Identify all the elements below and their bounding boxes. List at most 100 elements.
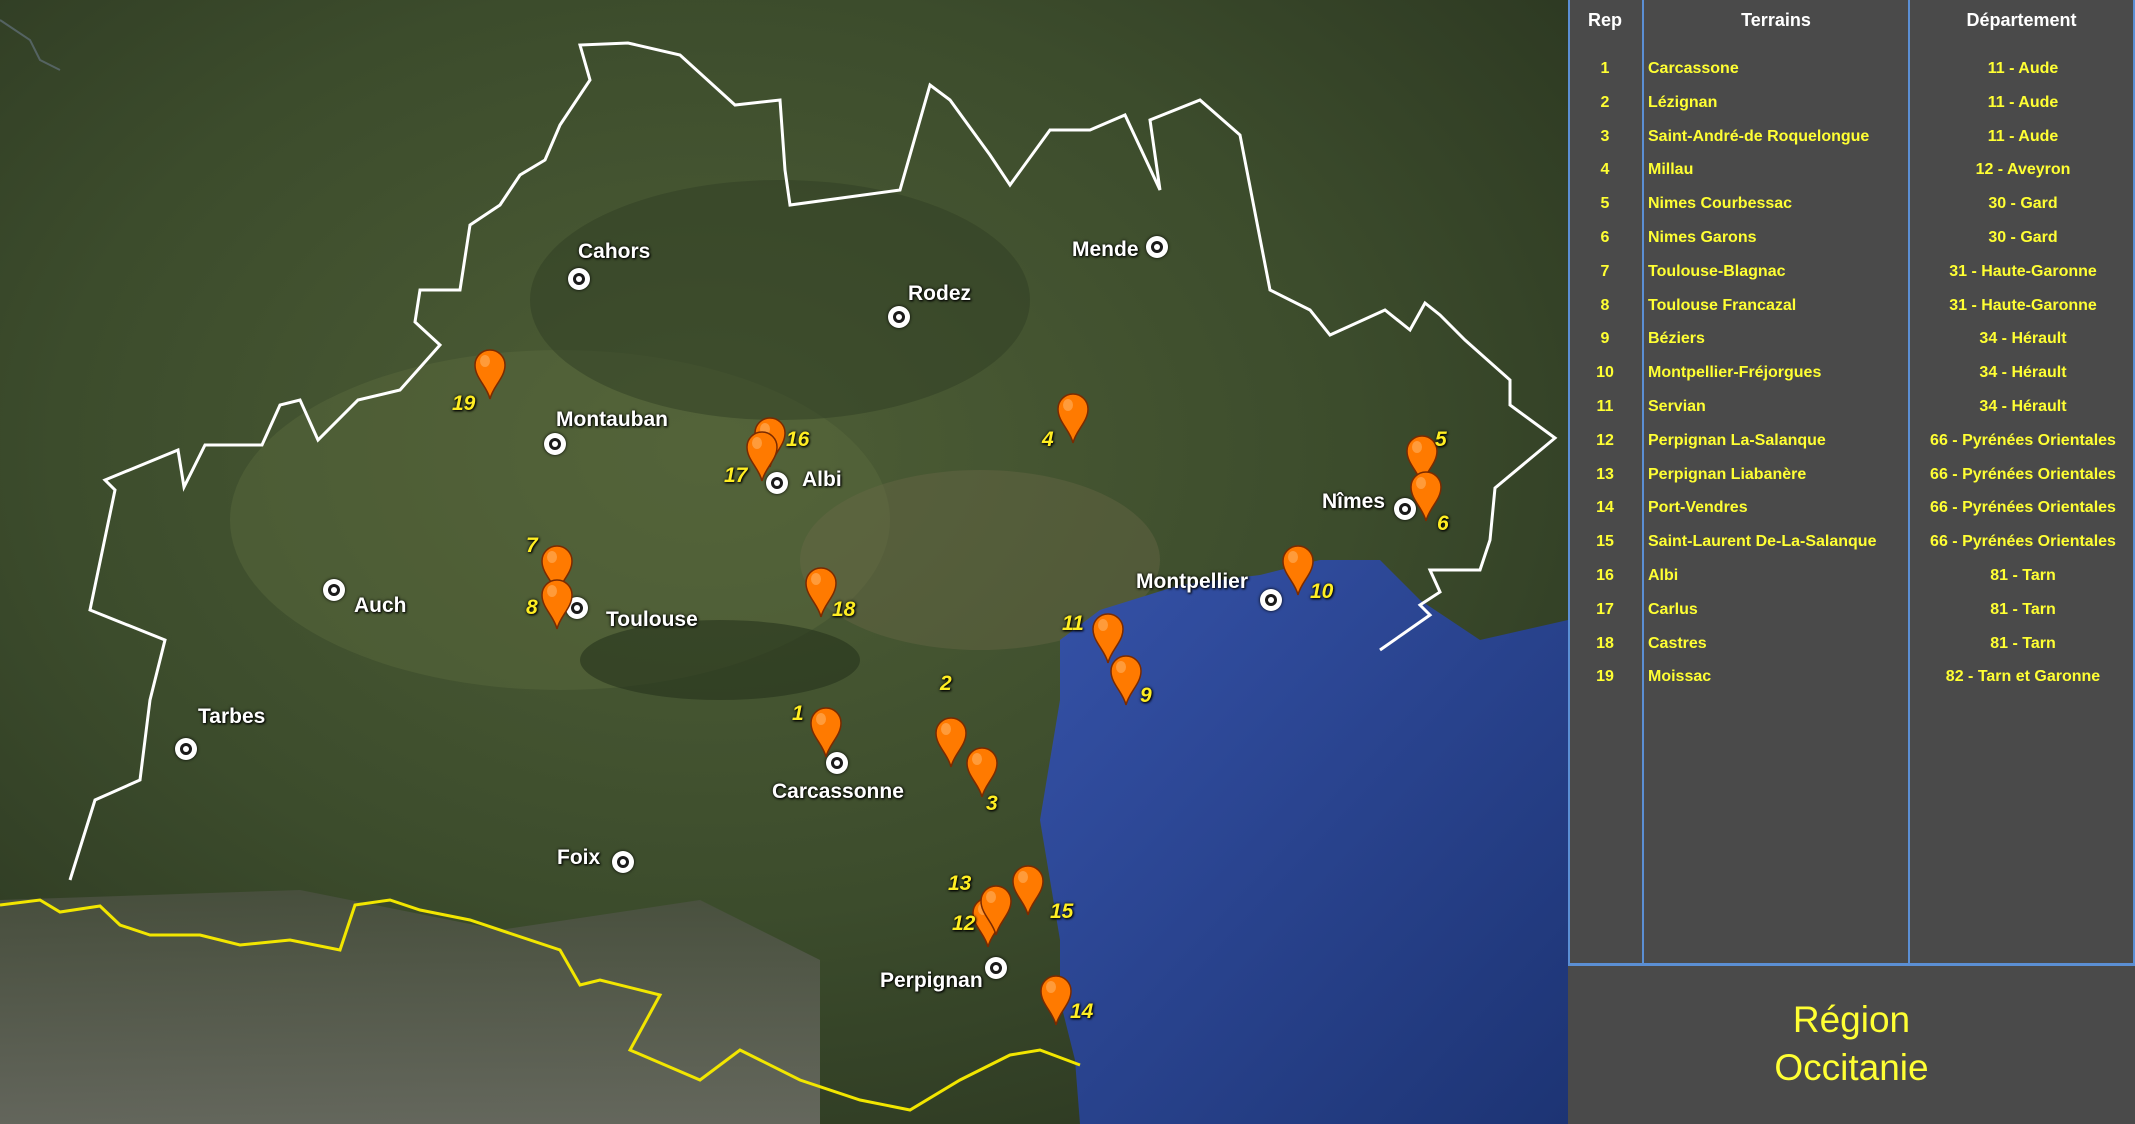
city-marker-icon[interactable]	[888, 306, 910, 328]
airfield-pin-icon[interactable]	[979, 884, 1013, 936]
table-row: 17 Carlus 81 - Tarn	[1568, 593, 2135, 627]
airfield-pin-label: 18	[832, 598, 856, 621]
cell-rep: 16	[1596, 567, 1614, 584]
city-marker-icon[interactable]	[568, 268, 590, 290]
airfield-pin-icon[interactable]	[1011, 864, 1045, 916]
airfield-pin-icon[interactable]	[809, 706, 843, 758]
airfield-pin-label: 15	[1050, 900, 1074, 923]
city-label: Cahors	[578, 240, 651, 263]
table-row: 6 Nimes Garons 30 - Gard	[1568, 221, 2135, 255]
cell-departement: 81 - Tarn	[1990, 634, 2056, 652]
cell-departement: 11 - Aude	[1987, 127, 2059, 145]
cell-departement: 11 - Aude	[1987, 93, 2059, 111]
cell-terrain: Nimes Garons	[1648, 229, 1757, 246]
cell-rep: 18	[1596, 634, 1614, 652]
map-background	[0, 0, 1568, 1124]
airfield-pin-icon[interactable]	[965, 746, 999, 798]
airfield-pin-label: 6	[1437, 512, 1449, 535]
cell-rep: 1	[1600, 60, 1610, 77]
table-row: 3 Saint-André-de Roquelongue 11 - Aude	[1568, 120, 2135, 154]
cell-rep: 15	[1596, 533, 1614, 551]
cell-departement: 11 - Aude	[1987, 60, 2059, 77]
city-label: Albi	[802, 468, 842, 491]
city-label: Montauban	[556, 408, 668, 431]
cell-departement: 12 - Aveyron	[1975, 161, 2071, 179]
header-departement: Département	[1966, 10, 2077, 30]
city-marker-icon[interactable]	[544, 433, 566, 455]
cell-terrain: Béziers	[1648, 330, 1705, 348]
airfield-pin-label: 14	[1070, 1000, 1094, 1023]
cell-departement: 34 - Hérault	[1979, 398, 2067, 415]
airfield-pin-label: 4	[1042, 428, 1054, 451]
cell-terrain: Perpignan Liabanère	[1648, 465, 1807, 483]
airfield-pin-icon[interactable]	[540, 578, 574, 630]
cell-rep: 6	[1600, 229, 1610, 246]
airfield-pin-label: 16	[786, 428, 810, 451]
cell-rep: 8	[1600, 296, 1610, 314]
city-label: Carcassonne	[772, 780, 904, 803]
cell-rep: 7	[1600, 262, 1610, 280]
airfield-pin-label: 8	[526, 596, 538, 619]
cell-terrain: Perpignan La-Salanque	[1648, 431, 1826, 449]
city-label: Perpignan	[880, 969, 983, 992]
cell-departement: 30 - Gard	[1988, 195, 2058, 213]
airfield-pin-icon[interactable]	[934, 716, 968, 768]
cell-terrain: Toulouse-Blagnac	[1648, 262, 1786, 280]
airfield-pin-icon[interactable]	[1091, 612, 1125, 664]
city-marker-icon[interactable]	[323, 579, 345, 601]
city-label: Tarbes	[198, 705, 266, 728]
cell-terrain: Servian	[1648, 398, 1706, 415]
table-row: 1 Carcassone 11 - Aude	[1568, 52, 2135, 86]
table-row: 15 Saint-Laurent De-La-Salanque 66 - Pyrén…	[1568, 525, 2135, 559]
cell-rep: 14	[1596, 499, 1614, 517]
legend-panel: Rep Terrains Département 1 Carcassone 11 -…	[1568, 0, 2135, 1124]
cell-terrain: Saint-Laurent De-La-Salanque	[1648, 533, 1877, 551]
cell-rep: 19	[1596, 668, 1614, 686]
airfield-pin-label: 1	[792, 702, 804, 725]
airfield-pin-icon[interactable]	[1056, 392, 1090, 444]
table-row: 2 Lézignan 11 - Aude	[1568, 86, 2135, 120]
city-marker-icon[interactable]	[985, 957, 1007, 979]
airfield-pin-icon[interactable]	[1039, 974, 1073, 1026]
table-row: 10 Montpellier-Fréjorgues 34 - Hérault	[1568, 356, 2135, 390]
city-marker-icon[interactable]	[612, 851, 634, 873]
city-marker-icon[interactable]	[1146, 236, 1168, 258]
cell-departement: 66 - Pyrénées Orientales	[1930, 533, 2116, 551]
cell-departement: 34 - Hérault	[1979, 330, 2067, 348]
cell-terrain: Castres	[1648, 634, 1707, 652]
cell-departement: 31 - Haute-Garonne	[1949, 296, 2097, 314]
cell-departement: 81 - Tarn	[1990, 600, 2056, 618]
cell-rep: 2	[1600, 93, 1610, 111]
region-line2: Occitanie	[1774, 1047, 1929, 1088]
satellite-map[interactable]: Cahors Rodez Mende Montauban Albi Nîmes …	[0, 0, 1568, 1124]
cell-rep: 12	[1596, 431, 1614, 449]
city-marker-icon[interactable]	[1260, 589, 1282, 611]
airfield-pin-label: 17	[724, 464, 748, 487]
table-row: 12 Perpignan La-Salanque 66 - Pyrénées Ori…	[1568, 424, 2135, 458]
cell-terrain: Nimes Courbessac	[1648, 195, 1793, 213]
cell-rep: 4	[1600, 161, 1610, 179]
airfield-pin-label: 19	[452, 392, 476, 415]
cell-terrain: Carlus	[1648, 600, 1698, 618]
cell-departement: 31 - Haute-Garonne	[1949, 262, 2097, 280]
table-row: 18 Castres 81 - Tarn	[1568, 627, 2135, 661]
cell-departement: 66 - Pyrénées Orientales	[1930, 431, 2116, 449]
city-label: Rodez	[908, 282, 971, 305]
cell-terrain: Montpellier-Fréjorgues	[1648, 364, 1822, 382]
airfield-pin-label: 5	[1435, 428, 1447, 451]
table-row: 19 Moissac 82 - Tarn et Garonne	[1568, 660, 2135, 694]
airfield-pin-icon[interactable]	[473, 348, 507, 400]
airfield-table: Rep Terrains Département 1 Carcassone 11 -…	[1568, 0, 2135, 963]
city-marker-icon[interactable]	[175, 738, 197, 760]
cell-terrain: Toulouse Francazal	[1648, 296, 1797, 314]
cell-rep: 13	[1596, 465, 1614, 483]
cell-departement: 82 - Tarn et Garonne	[1945, 668, 2101, 686]
forest-area	[580, 620, 860, 700]
cell-rep: 17	[1596, 600, 1614, 618]
cell-departement: 34 - Hérault	[1979, 364, 2067, 382]
cell-rep: 9	[1600, 330, 1610, 348]
airfield-pin-label: 7	[526, 534, 538, 557]
cell-terrain: Port-Vendres	[1648, 499, 1748, 517]
airfield-pin-icon[interactable]	[745, 430, 779, 482]
cell-departement: 30 - Gard	[1988, 229, 2058, 246]
